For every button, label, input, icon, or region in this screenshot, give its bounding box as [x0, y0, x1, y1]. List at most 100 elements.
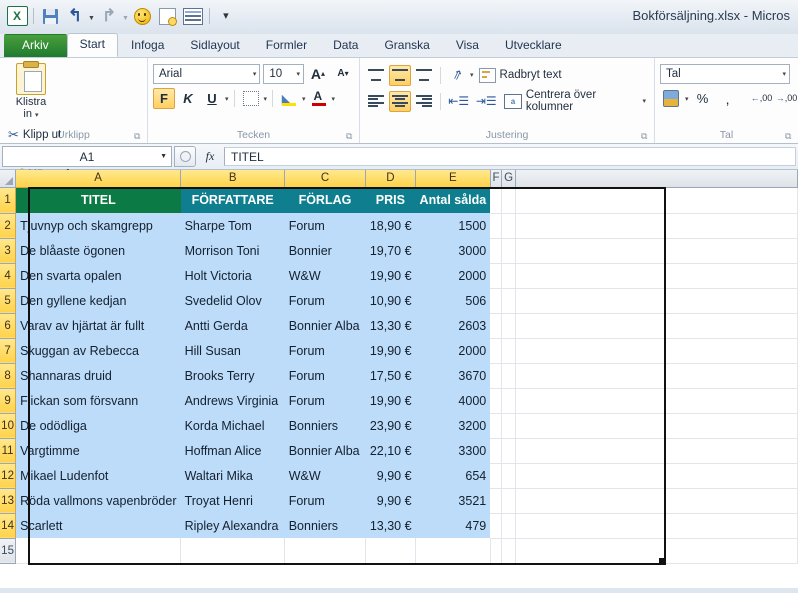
increase-font-size-button[interactable]: A ▴: [307, 63, 329, 84]
cell-d6[interactable]: 13,30 €: [365, 313, 416, 338]
italic-button[interactable]: K: [177, 88, 199, 109]
cell-d9[interactable]: 19,90 €: [365, 388, 416, 413]
font-name-chevron-down-icon[interactable]: ▾: [253, 70, 257, 78]
cell-e1[interactable]: Antal sålda: [415, 187, 491, 213]
merge-center-button[interactable]: a Centrera över kolumner ▾: [501, 89, 649, 113]
cell-b2[interactable]: Sharpe Tom: [180, 213, 285, 238]
customize-qat-icon[interactable]: ▾: [215, 5, 237, 27]
tab-formler[interactable]: Formler: [253, 34, 320, 57]
column-header-f[interactable]: F: [490, 170, 503, 188]
cell-b13[interactable]: Troyat Henri: [180, 488, 285, 513]
row-header-11[interactable]: 11: [0, 438, 17, 464]
decrease-indent-button[interactable]: ⇤☰: [446, 91, 472, 112]
tab-visa[interactable]: Visa: [443, 34, 492, 57]
align-bottom-button[interactable]: [413, 65, 435, 86]
accounting-dropdown-icon[interactable]: ▾: [685, 95, 689, 103]
cell-g15[interactable]: [501, 538, 516, 564]
cell-g14[interactable]: [501, 513, 516, 539]
cell-e4[interactable]: 2000: [415, 263, 491, 288]
cell-b7[interactable]: Hill Susan: [180, 338, 285, 363]
cell-g11[interactable]: [501, 438, 516, 464]
cell-e15[interactable]: [415, 538, 491, 564]
cell-b6[interactable]: Antti Gerda: [180, 313, 285, 338]
cell-e13[interactable]: 3521: [415, 488, 491, 513]
cell-d10[interactable]: 23,90 €: [365, 413, 416, 438]
row-header-4[interactable]: 4: [0, 263, 17, 289]
row-header-15[interactable]: 15: [0, 538, 17, 564]
cell-c2[interactable]: Forum: [284, 213, 366, 238]
cell-e7[interactable]: 2000: [415, 338, 491, 363]
cell-b3[interactable]: Morrison Toni: [180, 238, 285, 263]
row-header-9[interactable]: 9: [0, 388, 17, 414]
cell-b14[interactable]: Ripley Alexandra: [180, 513, 285, 538]
align-right-button[interactable]: [413, 91, 435, 112]
number-format-chevron-down-icon[interactable]: ▾: [782, 70, 786, 78]
name-box[interactable]: A1 ▼: [2, 146, 172, 167]
row-header-5[interactable]: 5: [0, 288, 17, 314]
cell-a4[interactable]: Den svarta opalen: [15, 263, 181, 288]
cell-f11[interactable]: [490, 438, 503, 464]
cell-g9[interactable]: [501, 388, 516, 414]
cell-d11[interactable]: 22,10 €: [365, 438, 416, 463]
cell-c12[interactable]: W&W: [284, 463, 366, 488]
column-header-c[interactable]: C: [284, 170, 366, 188]
merge-center-dropdown-icon[interactable]: ▾: [642, 97, 646, 105]
number-dialog-launcher-icon[interactable]: ⧉: [785, 132, 794, 141]
cell-a7[interactable]: Skuggan av Rebecca: [15, 338, 181, 363]
cell-f12[interactable]: [490, 463, 503, 489]
cell-b11[interactable]: Hoffman Alice: [180, 438, 285, 463]
cell-g8[interactable]: [501, 363, 516, 389]
select-all-button[interactable]: [0, 170, 17, 188]
formula-input[interactable]: TITEL: [224, 147, 796, 166]
cell-a13[interactable]: Röda vallmons vapenbröder: [15, 488, 181, 513]
font-size-combo[interactable]: 10 ▾: [263, 63, 304, 84]
tab-start[interactable]: Start: [66, 33, 119, 57]
tab-infoga[interactable]: Infoga: [118, 34, 177, 57]
alignment-dialog-launcher-icon[interactable]: ⧉: [641, 132, 650, 141]
cell-d7[interactable]: 19,90 €: [365, 338, 416, 363]
cell-f7[interactable]: [490, 338, 503, 364]
row-header-8[interactable]: 8: [0, 363, 17, 389]
align-left-button[interactable]: [365, 91, 387, 112]
font-color-button[interactable]: A: [308, 88, 330, 109]
paste-dropdown-icon[interactable]: ▾: [35, 112, 39, 119]
tab-granska[interactable]: Granska: [371, 34, 442, 57]
font-size-chevron-down-icon[interactable]: ▾: [296, 70, 300, 78]
cell-f2[interactable]: [490, 213, 503, 239]
clipboard-dialog-launcher-icon[interactable]: ⧉: [134, 132, 143, 141]
cell-e6[interactable]: 2603: [415, 313, 491, 338]
cell-b12[interactable]: Waltari Mika: [180, 463, 285, 488]
cell-g5[interactable]: [501, 288, 516, 314]
row-header-2[interactable]: 2: [0, 213, 17, 239]
cell-f13[interactable]: [490, 488, 503, 514]
cell-a8[interactable]: Shannaras druid: [15, 363, 181, 388]
percent-format-button[interactable]: %: [692, 88, 714, 109]
cell-e11[interactable]: 3300: [415, 438, 491, 463]
cell-b4[interactable]: Holt Victoria: [180, 263, 285, 288]
font-name-combo[interactable]: Arial ▾: [153, 63, 261, 84]
comma-format-button[interactable]: ,: [717, 88, 739, 109]
tab-utvecklare[interactable]: Utvecklare: [492, 34, 575, 57]
name-box-chevron-down-icon[interactable]: ▼: [160, 153, 167, 160]
orientation-button[interactable]: ⇗: [446, 65, 468, 86]
cell-f14[interactable]: [490, 513, 503, 539]
cell-c8[interactable]: Forum: [284, 363, 366, 388]
bold-button[interactable]: F: [153, 88, 175, 109]
cell-c10[interactable]: Bonniers: [284, 413, 366, 438]
cell-g6[interactable]: [501, 313, 516, 339]
cell-f15[interactable]: [490, 538, 503, 564]
undo-dropdown-icon[interactable]: ▼: [88, 15, 95, 22]
cell-c6[interactable]: Bonnier Alba: [284, 313, 366, 338]
cell-f6[interactable]: [490, 313, 503, 339]
cell-c11[interactable]: Bonnier Alba: [284, 438, 366, 463]
cell-g2[interactable]: [501, 213, 516, 239]
cell-c4[interactable]: W&W: [284, 263, 366, 288]
cell-g13[interactable]: [501, 488, 516, 514]
row-header-3[interactable]: 3: [0, 238, 17, 264]
cell-g1[interactable]: [501, 187, 516, 214]
cell-b10[interactable]: Korda Michael: [180, 413, 285, 438]
cell-c7[interactable]: Forum: [284, 338, 366, 363]
save-icon[interactable]: [39, 5, 61, 27]
smiley-icon[interactable]: [132, 5, 154, 27]
cell-d2[interactable]: 18,90 €: [365, 213, 416, 238]
